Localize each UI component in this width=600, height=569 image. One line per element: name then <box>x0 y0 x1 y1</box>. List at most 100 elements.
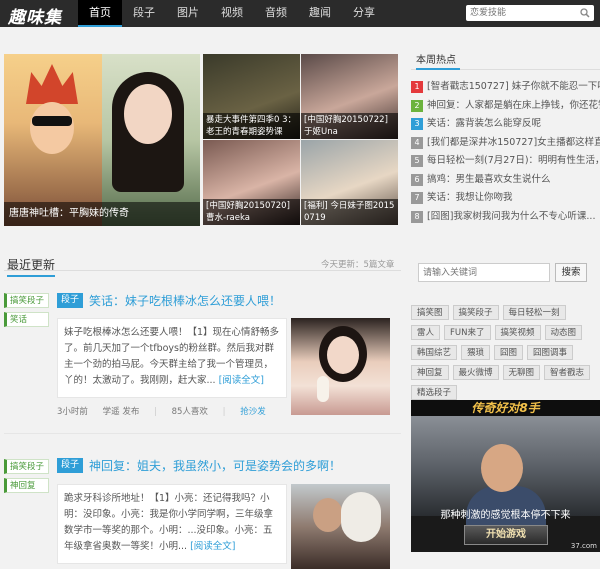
hot-item[interactable]: 3 笑话：露背装怎么能穿反呢 <box>411 115 600 134</box>
tile-caption: [福利] 今日妹子图2015 0719 <box>301 199 398 225</box>
feature-tile-2[interactable]: [中国好胸20150722] 于姬Una <box>301 54 398 139</box>
post-thumbnail[interactable] <box>291 318 390 415</box>
game-ad-banner[interactable]: 传奇好对8手 那种刺激的感觉根本停不下来 开始游戏 37.com <box>411 400 600 552</box>
cloud-tag[interactable]: 智者戳志 <box>544 365 591 380</box>
rank-badge: 7 <box>411 192 423 205</box>
hot-item-text: 神回复：人家都是躺在床上挣钱，你还花钱 <box>427 99 600 111</box>
read-more-link[interactable]: [阅读全文] <box>190 541 235 552</box>
hot-item-text: 每日轻松一刻(7月27日)：明明有性生活，却 <box>427 155 600 167</box>
cloud-tag[interactable]: 精选段子 <box>411 385 458 400</box>
top-navbar: 趣味集 首页 段子 图片 视频 音频 趣闻 分享 <box>0 0 600 28</box>
post-tags: 搞笑段子 神回复 <box>4 459 50 497</box>
side-search-input[interactable] <box>419 264 545 281</box>
nav-item-trivia[interactable]: 趣闻 <box>298 0 342 27</box>
rank-badge: 2 <box>411 99 423 112</box>
post-header: 段子 神回复：姐夫，我虽然小，可是姿势会的多啊！ <box>57 457 341 474</box>
ad-person-face <box>481 444 523 492</box>
section-divider <box>4 270 401 271</box>
search-icon[interactable] <box>580 8 590 21</box>
top-search-input[interactable] <box>466 5 574 21</box>
post-likes: 85人喜欢 <box>171 407 208 417</box>
tag-cloud: 搞笑图 搞笑段子 每日轻松一刻 雷人 FUN来了 搞笑视频 动态图 韩国综艺 猥… <box>411 305 600 405</box>
rank-badge: 4 <box>411 136 423 149</box>
tile-caption: [中国好胸20150722] 于姬Una <box>301 113 398 139</box>
thumb-popsicle <box>317 376 329 402</box>
post-excerpt: 妹子吃根棒冰怎么还要人喂！【1】现在心情舒畅多了。前几天加了一个tfboys的粉… <box>57 318 287 398</box>
ad-headline: 传奇好对8手 <box>411 400 600 416</box>
cloud-tag[interactable]: 神回复 <box>411 365 449 380</box>
rank-badge: 1 <box>411 81 423 94</box>
thumb-face <box>327 336 359 374</box>
cloud-tag[interactable]: 雷人 <box>411 325 441 340</box>
rank-badge: 8 <box>411 210 423 223</box>
post-tag[interactable]: 笑话 <box>4 312 49 327</box>
hot-item[interactable]: 7 笑话：我想让你吻我 <box>411 189 600 208</box>
post-tag[interactable]: 搞笑段子 <box>4 459 49 474</box>
post-thumbnail[interactable] <box>291 484 390 569</box>
post-category-badge[interactable]: 段子 <box>57 293 84 308</box>
site-logo[interactable]: 趣味集 <box>8 3 62 28</box>
feature-tile-3[interactable]: [中国好胸20150720] 曹水-raeka <box>203 140 300 225</box>
feature-tile-4[interactable]: [福利] 今日妹子图2015 0719 <box>301 140 398 225</box>
post-title[interactable]: 笑话：妹子吃根棒冰怎么还要人喂！ <box>89 292 281 309</box>
cloud-tag[interactable]: 每日轻松一刻 <box>502 305 566 320</box>
tile-caption: [中国好胸20150720] 曹水-raeka <box>203 199 300 225</box>
hot-item-text: 笑话：我想让你吻我 <box>427 192 513 204</box>
hot-item[interactable]: 6 搞鸡：男生最喜欢女生说什么 <box>411 171 600 190</box>
meta-separator: | <box>222 407 226 417</box>
reply-link[interactable]: 抢沙发 <box>240 407 266 417</box>
hero-caption: 唐唐神吐槽：平胸妹的传奇 <box>4 202 200 226</box>
hero-face-left <box>30 102 74 154</box>
post-title[interactable]: 神回复：姐夫，我虽然小，可是姿势会的多啊！ <box>89 457 341 474</box>
side-search-button[interactable]: 搜索 <box>555 263 587 282</box>
hot-item[interactable]: 4 [我们都是深井冰150727]女主播都这样直播 <box>411 134 600 153</box>
post-tag[interactable]: 搞笑段子 <box>4 293 49 308</box>
post-time: 3小时前 <box>57 407 88 417</box>
cloud-tag[interactable]: 最火微博 <box>452 365 499 380</box>
meta-separator: | <box>154 407 157 417</box>
nav-item-images[interactable]: 图片 <box>166 0 210 27</box>
cloud-tag[interactable]: 搞笑段子 <box>452 305 499 320</box>
hot-item-text: [智者戳志150727] 妹子你就不能忍一下吗 <box>427 81 600 93</box>
hot-item[interactable]: 1 [智者戳志150727] 妹子你就不能忍一下吗 <box>411 78 600 97</box>
rank-badge: 6 <box>411 173 423 186</box>
nav-item-share[interactable]: 分享 <box>342 0 386 27</box>
nav-item-videos[interactable]: 视频 <box>210 0 254 27</box>
thumb-face <box>313 498 343 532</box>
hot-item-text: [囧图]我家树我问我为什么不专心听课... <box>427 210 596 222</box>
feature-tile-1[interactable]: 暴走大事件第四季0 3：老王的青春期姿势课 <box>203 54 300 139</box>
cloud-tag[interactable]: 动态图 <box>544 325 583 340</box>
read-more-link[interactable]: [阅读全文] <box>219 375 264 386</box>
hot-list: 1 [智者戳志150727] 妹子你就不能忍一下吗 2 神回复：人家都是躺在床上挣钱… <box>411 78 600 226</box>
hot-item[interactable]: 5 每日轻松一刻(7月27日)：明明有性生活，却 <box>411 152 600 171</box>
cloud-tag[interactable]: 搞笑图 <box>411 305 449 320</box>
main-nav: 首页 段子 图片 视频 音频 趣闻 分享 <box>78 0 386 27</box>
cloud-tag[interactable]: 猥琐 <box>461 345 491 360</box>
ad-start-button[interactable]: 开始游戏 <box>464 525 548 545</box>
post-category-badge[interactable]: 段子 <box>57 458 84 473</box>
post-author: 学遥 发布 <box>102 407 140 417</box>
post-tags: 搞笑段子 笑话 <box>4 293 50 331</box>
post-meta: 3小时前 学遥 发布 | 85人喜欢 | 抢沙发 <box>57 405 266 417</box>
cloud-tag[interactable]: FUN来了 <box>444 325 491 340</box>
post-tag[interactable]: 神回复 <box>4 478 49 493</box>
nav-item-audio[interactable]: 音频 <box>254 0 298 27</box>
cloud-tag[interactable]: 囧图 <box>494 345 524 360</box>
hot-item[interactable]: 8 [囧图]我家树我问我为什么不专心听课... <box>411 208 600 227</box>
cloud-tag[interactable]: 韩国综艺 <box>411 345 458 360</box>
nav-item-home[interactable]: 首页 <box>78 0 122 27</box>
hero-feature[interactable]: 唐唐神吐槽：平胸妹的传奇 <box>4 54 200 226</box>
hot-panel-title: 本周热点 <box>411 54 600 70</box>
cloud-tag[interactable]: 无聊图 <box>502 365 541 380</box>
hero-face-right <box>124 84 172 144</box>
ad-site-label: 37.com <box>570 542 597 550</box>
post-excerpt-text: 跪求牙科诊所地址！【1】小亮：还记得我吗？小明：没印象。小亮：我是你小学同学啊，… <box>64 493 274 552</box>
rank-badge: 5 <box>411 155 423 168</box>
hot-item[interactable]: 2 神回复：人家都是躺在床上挣钱，你还花钱 <box>411 97 600 116</box>
hero-glasses <box>32 116 72 126</box>
hot-title-text: 本周热点 <box>416 54 460 70</box>
ad-subtitle: 那种刺激的感觉根本停不下来 <box>440 510 571 521</box>
cloud-tag[interactable]: 囧图调事 <box>527 345 574 360</box>
nav-item-jokes[interactable]: 段子 <box>122 0 166 27</box>
cloud-tag[interactable]: 搞笑视频 <box>494 325 541 340</box>
